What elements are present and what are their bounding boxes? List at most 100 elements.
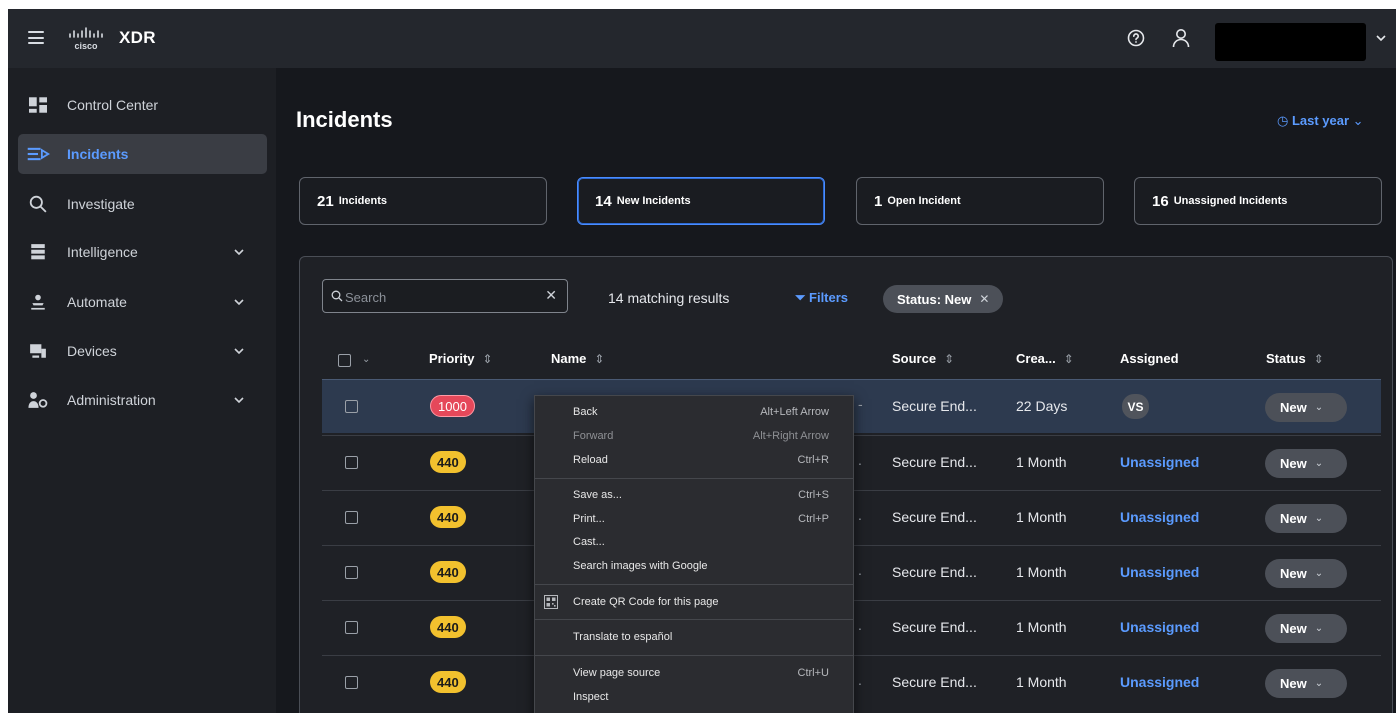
remove-filter-icon[interactable]: ✕ [979,292,989,306]
assign-link[interactable]: Unassigned [1120,619,1199,635]
chevron-down-icon: ⌄ [1314,623,1324,634]
menu-item-label: Reload [573,454,608,466]
status-label: New [1280,456,1307,471]
clock-icon: ◷ [1277,113,1292,128]
column-header-source[interactable]: Source ⇕ [892,351,954,366]
source-cell: Secure End... [892,509,977,525]
status-label: New [1280,511,1307,526]
context-menu-item-forward: Forward Alt+Right Arrow [535,427,853,447]
menu-item-shortcut: Ctrl+P [798,513,829,525]
chevron-down-icon[interactable]: ⌄ [362,354,370,365]
context-menu-item-search-images[interactable]: Search images with Google [535,557,853,577]
filter-chip-label: Status: New [897,291,972,307]
column-header-name[interactable]: Name ⇕ [551,351,604,366]
context-menu-item-reload[interactable]: Reload Ctrl+R [535,451,853,471]
stat-card-total-incidents[interactable]: 21 Incidents [299,177,547,225]
status-dropdown[interactable]: New ⌄ [1265,504,1347,533]
context-menu-item-view-source[interactable]: View page source Ctrl+U [535,664,853,684]
sidebar-item-intelligence[interactable]: Intelligence [18,232,267,272]
assign-link[interactable]: Unassigned [1120,674,1199,690]
sidebar-item-devices[interactable]: Devices [18,331,267,371]
stat-card-open-incident[interactable]: 1 Open Incident [856,177,1104,225]
menu-item-label: Forward [573,430,614,442]
row-checkbox[interactable] [345,621,358,634]
hamburger-menu-icon[interactable] [28,31,44,44]
select-all-checkbox[interactable] [338,354,351,367]
context-menu-item-print[interactable]: Print... Ctrl+P [535,510,853,530]
menu-divider [535,619,853,620]
status-dropdown[interactable]: New ⌄ [1265,614,1347,643]
sidebar-item-incidents[interactable]: Incidents [18,134,267,174]
context-menu-item-cast[interactable]: Cast... [535,533,853,553]
browser-context-menu: Back Alt+Left Arrow Forward Alt+Right Ar… [534,395,854,713]
stat-label: Unassigned Incidents [1173,195,1288,207]
user-icon[interactable] [1172,28,1190,48]
incidents-icon [27,147,50,161]
administration-icon [28,392,48,408]
context-menu-item-inspect[interactable]: Inspect [535,688,853,708]
name-truncation: . [858,617,862,633]
sidebar-item-administration[interactable]: Administration [18,380,267,420]
priority-badge: 1000 [430,395,475,417]
sort-icon: ⇕ [482,352,493,366]
status-dropdown[interactable]: New ⌄ [1265,393,1347,422]
stat-card-unassigned-incidents[interactable]: 16 Unassigned Incidents [1134,177,1382,225]
status-dropdown[interactable]: New ⌄ [1265,559,1347,588]
column-header-priority[interactable]: Priority ⇕ [429,351,493,366]
chevron-down-icon [234,397,244,404]
column-label: Status [1266,351,1306,366]
column-header-status[interactable]: Status ⇕ [1266,351,1324,366]
avatar[interactable]: VS [1122,394,1149,419]
column-label: Source [892,351,937,366]
status-dropdown[interactable]: New ⌄ [1265,669,1347,698]
chevron-down-icon: ⌄ [1314,678,1324,689]
chevron-down-icon [234,249,244,256]
sidebar-item-investigate[interactable]: Investigate [18,184,267,224]
assign-link[interactable]: Unassigned [1120,454,1199,470]
sidebar-item-label: Incidents [67,146,129,162]
sidebar-item-label: Control Center [67,97,159,113]
sidebar-item-automate[interactable]: Automate [18,282,267,322]
help-circle-icon[interactable] [1127,29,1145,47]
stat-card-new-incidents[interactable]: 14 New Incidents [577,177,825,225]
row-checkbox[interactable] [345,456,358,469]
sidebar-item-label: Investigate [67,196,135,212]
chevron-down-icon: ⌄ [1349,113,1364,128]
stat-label: Open Incident [887,195,961,207]
menu-item-label: Print... [573,513,605,525]
page-title: Incidents [296,107,393,132]
created-cell: 1 Month [1016,619,1067,635]
assign-link[interactable]: Unassigned [1120,564,1199,580]
context-menu-item-back[interactable]: Back Alt+Left Arrow [535,403,853,423]
sidebar-item-control-center[interactable]: Control Center [18,85,267,125]
row-checkbox[interactable] [345,400,358,413]
time-range-selector[interactable]: ◷ Last year ⌄ [1277,113,1364,129]
column-label: Priority [429,351,475,366]
source-cell: Secure End... [892,619,977,635]
menu-item-label: Create QR Code for this page [573,596,719,608]
filter-chip-status[interactable]: Status: New ✕ [883,285,1004,313]
row-checkbox[interactable] [345,676,358,689]
column-header-created[interactable]: Crea... ⇕ [1016,351,1074,366]
row-checkbox[interactable] [345,566,358,579]
status-dropdown[interactable]: New ⌄ [1265,449,1347,478]
search-input[interactable] [345,287,535,307]
name-truncation: . [858,452,862,468]
filters-button[interactable]: ⏷ Filters [795,290,848,306]
created-cell: 22 Days [1016,398,1068,414]
context-menu-item-translate[interactable]: Translate to español [535,628,853,648]
assign-link[interactable]: Unassigned [1120,509,1199,525]
name-truncation: - [858,396,863,412]
row-checkbox[interactable] [345,511,358,524]
context-menu-item-create-qr-code[interactable]: Create QR Code for this page [535,593,853,613]
chevron-down-icon[interactable] [1374,31,1388,45]
cisco-logo: cisco [69,27,103,51]
context-menu-item-save-as[interactable]: Save as... Ctrl+S [535,486,853,506]
search-box: ✕ [322,279,568,313]
column-label: Crea... [1016,351,1056,366]
user-account-box[interactable] [1215,23,1366,61]
stat-count: 16 [1152,192,1169,210]
clear-search-icon[interactable]: ✕ [545,287,557,304]
menu-divider [535,655,853,656]
stat-count: 1 [874,192,883,210]
